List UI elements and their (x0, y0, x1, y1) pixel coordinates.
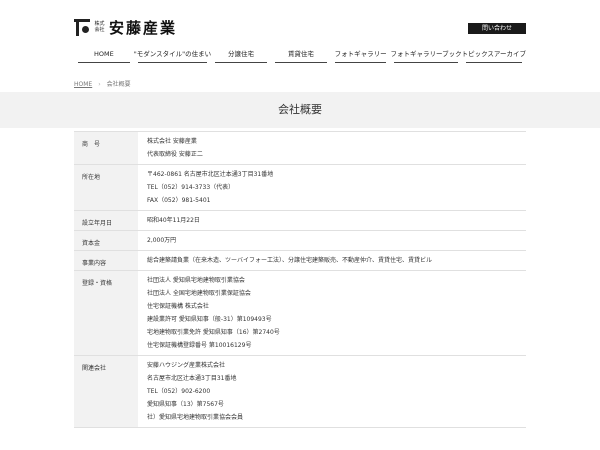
row-label: 設立年月日 (74, 211, 138, 230)
table-row: 事業内容 総合建築請負業（在来木造、ツーバイフォー工法）、分譲住宅建築販売、不動産… (74, 251, 526, 271)
table-row: 所在地 〒462-0861 名古屋市北区辻本通3丁目31番地 TEL（052）914… (74, 165, 526, 211)
nav-item-modern-style[interactable]: "モダンスタイル"の住まい (134, 46, 211, 63)
global-nav: HOME "モダンスタイル"の住まい 分譲住宅 賃貸住宅 フォトギャラリー フォ… (74, 46, 526, 63)
row-value-line: 名古屋市北区辻本通3丁目31番地 (147, 375, 237, 382)
logo-small-text: 株式会社 (94, 21, 105, 33)
row-label: 所在地 (74, 165, 138, 210)
row-value-line: FAX（052）981-5401 (147, 197, 211, 204)
breadcrumb: HOME › 会社概要 (74, 79, 131, 88)
row-values: 2,000万円 (138, 231, 526, 250)
page-title: 会社概要 (278, 103, 322, 116)
row-value-line: 建設業許可 愛知県知事（般-31）第109493号 (147, 316, 272, 323)
row-label: 商 号 (74, 132, 138, 164)
row-values: 総合建築請負業（在来木造、ツーバイフォー工法）、分譲住宅建築販売、不動産仲介、賃… (138, 251, 526, 270)
breadcrumb-separator: › (98, 81, 101, 88)
logo-mark-icon (74, 18, 90, 36)
table-row: 登録・資格 社団法人 愛知県宅地建物取引業協会 社団法人 全国宅地建物取引業保証協会… (74, 271, 526, 356)
row-label: 関連会社 (74, 356, 138, 427)
row-value-line: TEL（052）914-3733（代表） (147, 184, 235, 191)
row-value-line: 宅地建物取引業免許 愛知県知事（16）第2740号 (147, 329, 280, 336)
row-values: 安藤ハウジング産業株式会社名古屋市北区辻本通3丁目31番地 TEL（052）902… (138, 356, 526, 427)
row-value-line: 住宅保証機構登録番号 第10016129号 (147, 342, 252, 349)
contact-button[interactable]: 問い合わせ (468, 23, 526, 34)
breadcrumb-current: 会社概要 (106, 81, 131, 88)
row-value-line: 社）愛知県宅地建物取引業協会会員 (147, 414, 244, 421)
row-label: 登録・資格 (74, 271, 138, 355)
nav-item-photo-gallery-book[interactable]: フォトギャラリーブック (390, 46, 462, 63)
nav-item-rental-homes[interactable]: 賃貸住宅 (271, 46, 331, 63)
site-header: 株式会社 安藤産業 問い合わせ (0, 0, 600, 45)
nav-item-topics-archive[interactable]: トピックスアーカイブ (462, 46, 526, 63)
row-label: 事業内容 (74, 251, 138, 270)
table-row: 設立年月日 昭和40年11月22日 (74, 211, 526, 231)
nav-item-photo-gallery[interactable]: フォトギャラリー (331, 46, 391, 63)
company-info-table: 商 号株式会社 安藤産業 代表取締役 安藤正二 所在地 〒462-0861 名古屋市北… (74, 131, 526, 428)
row-value-line: TEL（052）902-6200 (147, 388, 211, 395)
row-values: 〒462-0861 名古屋市北区辻本通3丁目31番地 TEL（052）914-37… (138, 165, 526, 210)
row-value-line: 安藤ハウジング産業株式会社 (147, 362, 226, 369)
table-row: 関連会社 安藤ハウジング産業株式会社名古屋市北区辻本通3丁目31番地 TEL（052… (74, 356, 526, 428)
row-value-line: 総合建築請負業（在来木造、ツーバイフォー工法）、分譲住宅建築販売、不動産仲介、賃… (147, 257, 432, 264)
row-value-line: 代表取締役 安藤正二 (147, 151, 203, 158)
row-values: 株式会社 安藤産業 代表取締役 安藤正二 (138, 132, 526, 164)
logo-name: 安藤産業 (109, 18, 178, 37)
row-value-line: 〒462-0861 名古屋市北区辻本通3丁目31番地 (147, 171, 274, 178)
row-value-line: 社団法人 愛知県宅地建物取引業協会 (147, 277, 245, 284)
title-band: 会社概要 (0, 92, 600, 128)
row-value-line: 住宅保証機構 株式会社 (147, 303, 209, 310)
table-row: 商 号株式会社 安藤産業 代表取締役 安藤正二 (74, 132, 526, 165)
row-value-line: 昭和40年11月22日 (147, 217, 200, 224)
row-value-line: 社団法人 全国宅地建物取引業保証協会 (147, 290, 251, 297)
company-logo[interactable]: 株式会社 安藤産業 (74, 17, 177, 37)
row-values: 社団法人 愛知県宅地建物取引業協会 社団法人 全国宅地建物取引業保証協会 住宅保証機… (138, 271, 526, 355)
nav-item-home[interactable]: HOME (74, 46, 134, 63)
row-label: 資本金 (74, 231, 138, 250)
breadcrumb-home-link[interactable]: HOME (74, 81, 92, 88)
nav-item-for-sale-homes[interactable]: 分譲住宅 (211, 46, 271, 63)
row-value-line: 2,000万円 (147, 237, 177, 244)
row-value-line: 株式会社 安藤産業 (147, 138, 197, 145)
row-values: 昭和40年11月22日 (138, 211, 526, 230)
table-row: 資本金 2,000万円 (74, 231, 526, 251)
row-value-line: 愛知県知事（13）第7567号 (147, 401, 224, 408)
